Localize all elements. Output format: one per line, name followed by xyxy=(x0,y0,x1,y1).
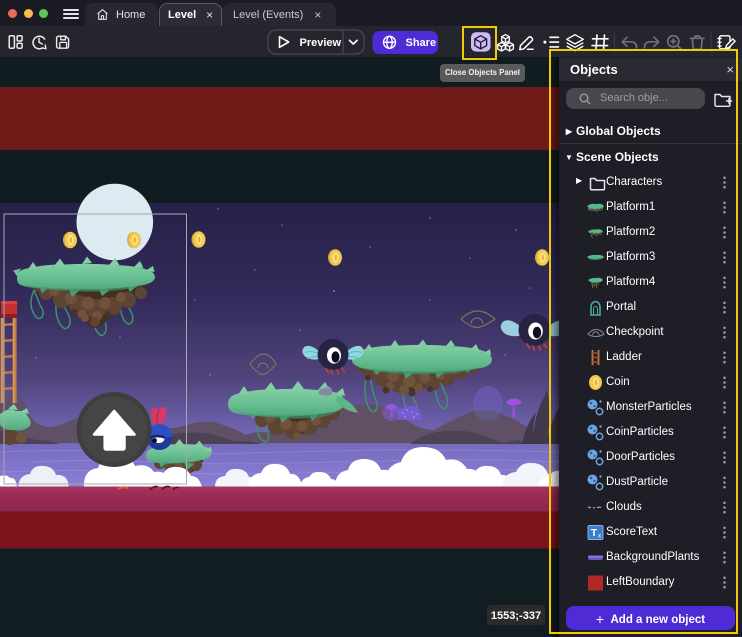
svg-text:1553;-337: 1553;-337 xyxy=(491,610,541,622)
svg-text:Preview: Preview xyxy=(300,37,342,49)
svg-text:Share: Share xyxy=(406,37,437,49)
